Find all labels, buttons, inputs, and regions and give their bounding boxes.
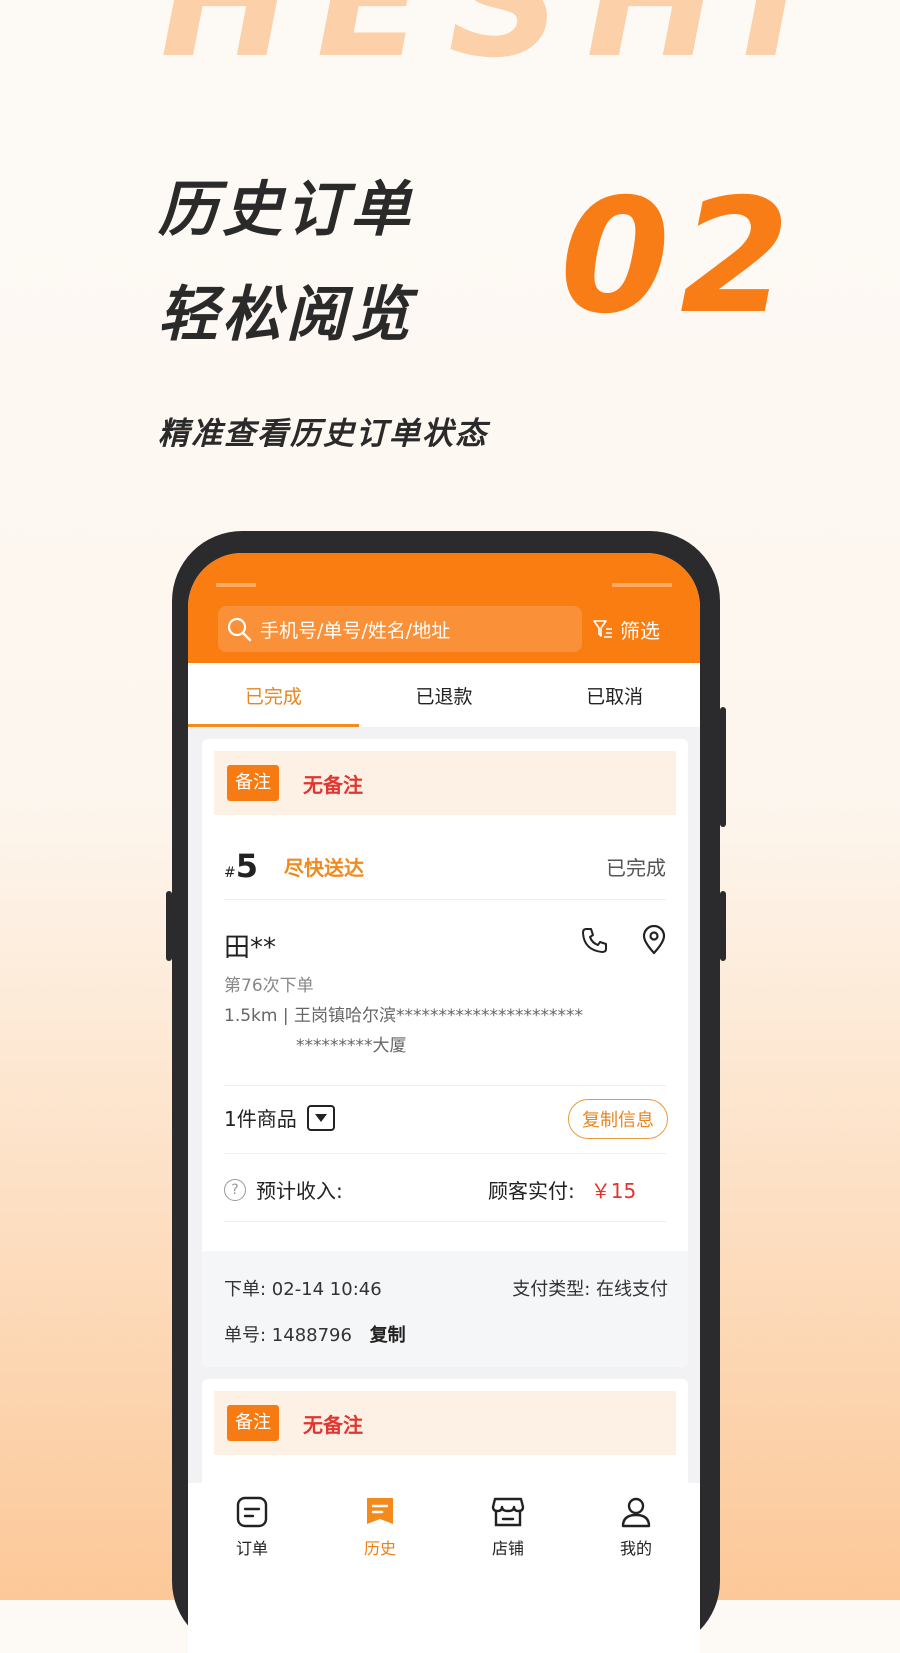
note-tag: 备注 xyxy=(227,1405,279,1441)
top-bar: 手机号/单号/姓名/地址 筛选 xyxy=(188,553,700,663)
items-count: 1件商品 xyxy=(224,1107,297,1131)
tab-refunded[interactable]: 已退款 xyxy=(359,663,530,727)
chevron-down-icon[interactable] xyxy=(306,1104,335,1131)
tab-cancelled[interactable]: 已取消 xyxy=(529,663,700,727)
phone-side-button xyxy=(166,891,172,961)
items-summary[interactable]: 1件商品 xyxy=(224,1103,335,1132)
order-card[interactable]: 备注 无备注 # 5 尽快送达 已完成 田** 第76次下单 1.5km | 王… xyxy=(202,739,688,1367)
order-status: 已完成 xyxy=(606,855,666,880)
nav-label: 店铺 xyxy=(491,1539,524,1558)
address-line2: *********大厦 xyxy=(296,1036,407,1056)
urgency-label: 尽快送达 xyxy=(284,855,364,880)
note-text: 无备注 xyxy=(303,1412,363,1437)
divider xyxy=(224,899,666,900)
status-bar-icons xyxy=(612,583,672,587)
location-icon[interactable] xyxy=(640,924,668,959)
customer-name: 田** xyxy=(224,933,277,963)
phone-side-button xyxy=(720,707,726,827)
paid-value: ￥15 xyxy=(590,1179,637,1203)
history-icon xyxy=(367,1498,393,1524)
copy-order-id-button[interactable]: 复制 xyxy=(370,1325,406,1346)
order-id: 单号: 1488796 xyxy=(224,1325,352,1346)
headline-line1: 历史订单 xyxy=(158,175,414,245)
paid-label: 顾客实付: xyxy=(488,1179,575,1203)
app-screen: 手机号/单号/姓名/地址 筛选 已完成 已退款 已取消 备注 无备注 # 5 尽… xyxy=(188,553,700,1653)
order-header: # 5 尽快送达 已完成 xyxy=(224,834,666,898)
nav-label: 我的 xyxy=(619,1539,652,1558)
order-count: 第76次下单 xyxy=(224,976,314,996)
note-tag: 备注 xyxy=(227,765,279,801)
filter-button[interactable]: 筛选 xyxy=(592,606,660,652)
payment-type: 支付类型: 在线支付 xyxy=(512,1279,668,1300)
feature-number: 02 xyxy=(560,165,800,349)
profile-icon xyxy=(621,1497,651,1528)
brand-watermark: HESHI xyxy=(160,0,825,93)
note-bar: 备注 无备注 xyxy=(214,1391,676,1455)
nav-label: 历史 xyxy=(363,1539,396,1558)
tab-completed[interactable]: 已完成 xyxy=(188,663,359,727)
divider xyxy=(224,1153,666,1154)
nav-label: 订单 xyxy=(235,1539,268,1558)
divider xyxy=(224,1085,666,1086)
customer-paid: 顾客实付: ￥15 xyxy=(488,1175,636,1204)
nav-profile[interactable]: 我的 xyxy=(572,1483,700,1653)
headline-line2: 轻松阅览 xyxy=(158,280,414,350)
address-line1: 1.5km | 王岗镇哈尔滨********************** xyxy=(224,1006,583,1026)
phone-frame: 手机号/单号/姓名/地址 筛选 已完成 已退款 已取消 备注 无备注 # 5 尽… xyxy=(166,531,726,1653)
expected-income: ? 预计收入: xyxy=(224,1175,343,1204)
nav-store[interactable]: 店铺 xyxy=(444,1483,572,1653)
order-number: 5 xyxy=(235,847,258,885)
promo-subtitle: 精准查看历史订单状态 xyxy=(158,416,488,452)
search-input[interactable]: 手机号/单号/姓名/地址 xyxy=(218,606,582,652)
nav-orders[interactable]: 订单 xyxy=(188,1483,316,1653)
filter-icon xyxy=(593,620,612,638)
order-hash: # xyxy=(224,865,236,881)
order-id-row: 单号: 1488796 复制 xyxy=(224,1321,406,1347)
store-icon xyxy=(491,1497,525,1527)
status-tabs: 已完成 已退款 已取消 xyxy=(188,663,700,727)
search-placeholder: 手机号/单号/姓名/地址 xyxy=(260,619,451,642)
order-icon xyxy=(236,1496,268,1528)
income-label: 预计收入: xyxy=(256,1179,343,1203)
phone-side-button xyxy=(720,891,726,961)
copy-info-button[interactable]: 复制信息 xyxy=(568,1099,668,1139)
bottom-nav: 订单 历史 店铺 我的 xyxy=(188,1483,700,1653)
search-icon xyxy=(227,617,252,642)
nav-history[interactable]: 历史 xyxy=(316,1483,444,1653)
note-text: 无备注 xyxy=(303,772,363,797)
note-bar: 备注 无备注 xyxy=(214,751,676,815)
status-bar-time xyxy=(216,583,256,587)
divider xyxy=(224,1221,666,1222)
filter-label: 筛选 xyxy=(620,618,660,643)
order-time: 下单: 02-14 10:46 xyxy=(224,1279,382,1300)
phone-icon[interactable] xyxy=(580,925,610,959)
order-meta: 下单: 02-14 10:46 支付类型: 在线支付 单号: 1488796 复… xyxy=(202,1251,688,1367)
help-icon[interactable]: ? xyxy=(224,1178,246,1201)
